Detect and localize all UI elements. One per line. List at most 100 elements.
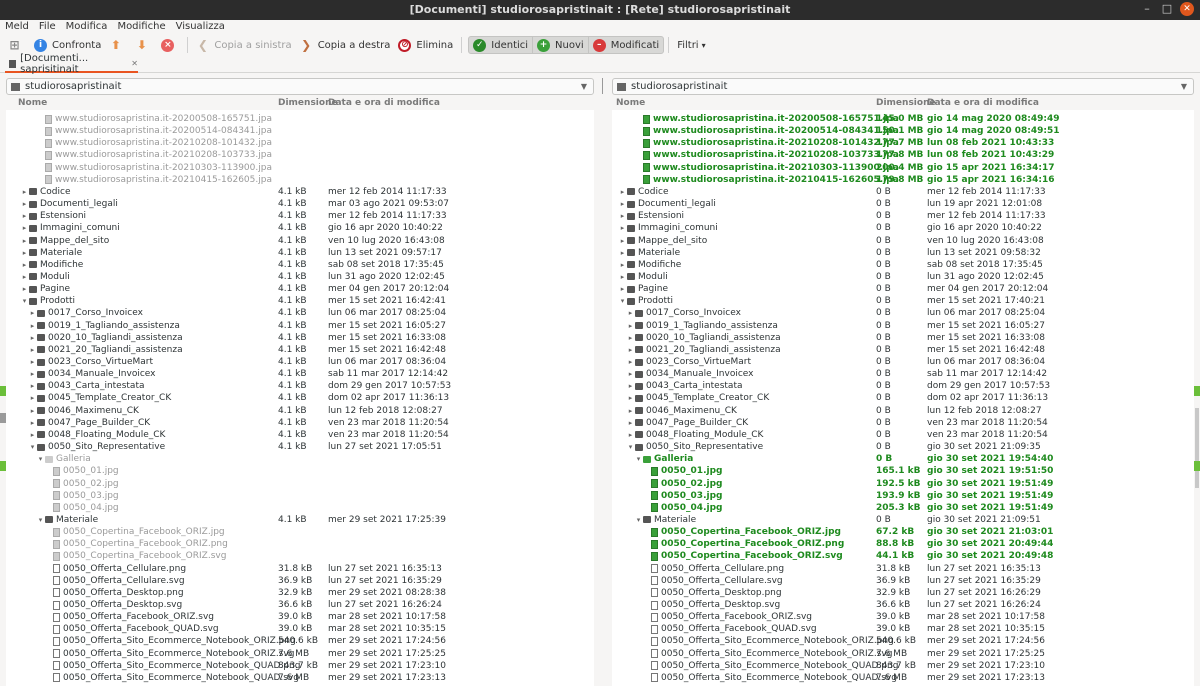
folder-row[interactable]: ▸ Mappe_del_sito 0 B ven 10 lug 2020 16:43:…: [612, 235, 1194, 247]
folder-row[interactable]: ▸ Moduli 4.1 kB lun 31 ago 2020 12:02:45: [6, 271, 594, 283]
file-row[interactable]: www.studiorosapristina.it-20200514-08434…: [6, 125, 594, 137]
file-row[interactable]: 0050_Offerta_Sito_Ecommerce_Notebook_ORI…: [6, 648, 594, 660]
expander-closed-icon[interactable]: ▸: [618, 283, 627, 295]
menu-file[interactable]: File: [34, 20, 61, 34]
folder-row[interactable]: ▸ 0023_Corso_VirtueMart 0 B lun 06 mar 2017…: [612, 356, 1194, 368]
file-row[interactable]: 0050_Offerta_Sito_Ecommerce_Notebook_QUA…: [6, 672, 594, 684]
folder-row[interactable]: ▾ Galleria: [6, 453, 594, 465]
file-row[interactable]: www.studiorosapristina.it-20210415-16260…: [612, 174, 1194, 186]
folder-row[interactable]: ▸ Documenti_legali 4.1 kB mar 03 ago 2021 0…: [6, 198, 594, 210]
file-row[interactable]: 0050_Offerta_Sito_Ecommerce_Notebook_ORI…: [6, 635, 594, 647]
right-location-bar[interactable]: studiorosapristinait ▼: [612, 78, 1194, 95]
expander-closed-icon[interactable]: ▸: [28, 392, 37, 404]
expander-closed-icon[interactable]: ▸: [626, 356, 635, 368]
folder-row[interactable]: ▸ Codice 0 B mer 12 feb 2014 11:17:33: [612, 186, 1194, 198]
minimize-button[interactable]: –: [1140, 2, 1154, 16]
folder-row[interactable]: ▸ Pagine 4.1 kB mer 04 gen 2017 20:12:04: [6, 283, 594, 295]
folder-row[interactable]: ▸ 0017_Corso_Invoicex 0 B lun 06 mar 2017 0…: [612, 307, 1194, 319]
folder-row[interactable]: ▸ Codice 4.1 kB mer 12 feb 2014 11:17:33: [6, 186, 594, 198]
folder-row[interactable]: ▸ 0046_Maximenu_CK 4.1 kB lun 12 feb 2018 1…: [6, 405, 594, 417]
menu-modifiche[interactable]: Modifiche: [112, 20, 170, 34]
expander-closed-icon[interactable]: ▸: [20, 247, 29, 259]
folder-row[interactable]: ▸ Estensioni 4.1 kB mer 12 feb 2014 11:17:3…: [6, 210, 594, 222]
expander-closed-icon[interactable]: ▸: [618, 259, 627, 271]
expander-closed-icon[interactable]: ▸: [28, 417, 37, 429]
expander-open-icon[interactable]: ▾: [626, 441, 635, 453]
file-row[interactable]: www.studiorosapristina.it-20210208-10143…: [6, 137, 594, 149]
folder-row[interactable]: ▸ 0046_Maximenu_CK 0 B lun 12 feb 2018 12:0…: [612, 405, 1194, 417]
expander-open-icon[interactable]: ▾: [36, 453, 45, 465]
file-row[interactable]: 0050_Offerta_Cellulare.svg 36.9 kB lun 27 …: [612, 575, 1194, 587]
folder-row[interactable]: ▸ 0047_Page_Builder_CK 4.1 kB ven 23 mar 20…: [6, 417, 594, 429]
file-row[interactable]: 0050_02.jpg 192.5 kB gio 30 set 2021 19:51…: [612, 478, 1194, 490]
file-row[interactable]: 0050_Copertina_Facebook_ORIZ.png: [6, 538, 594, 550]
folder-row[interactable]: ▸ Estensioni 0 B mer 12 feb 2014 11:17:33: [612, 210, 1194, 222]
file-row[interactable]: 0050_03.jpg: [6, 490, 594, 502]
file-row[interactable]: 0050_Offerta_Sito_Ecommerce_Notebook_QUA…: [612, 672, 1194, 684]
expander-open-icon[interactable]: ▾: [20, 295, 29, 307]
expander-closed-icon[interactable]: ▸: [626, 429, 635, 441]
filters-dropdown[interactable]: Filtri ▾: [673, 35, 709, 55]
expander-closed-icon[interactable]: ▸: [28, 368, 37, 380]
folder-row[interactable]: ▸ Pagine 0 B mer 04 gen 2017 20:12:04: [612, 283, 1194, 295]
folder-row[interactable]: ▸ Mappe_del_sito 4.1 kB ven 10 lug 2020 16:…: [6, 235, 594, 247]
file-row[interactable]: 0050_Offerta_Desktop.svg 36.6 kB lun 27 se…: [6, 599, 594, 611]
file-row[interactable]: 0050_Offerta_Desktop.png 32.9 kB lun 27 se…: [612, 587, 1194, 599]
expander-closed-icon[interactable]: ▸: [28, 356, 37, 368]
maximize-button[interactable]: □: [1160, 2, 1174, 16]
folder-row[interactable]: ▸ 0048_Floating_Module_CK 4.1 kB ven 23 mar…: [6, 429, 594, 441]
folder-row[interactable]: ▸ 0020_10_Tagliandi_assistenza 0 B mer 15 s…: [612, 332, 1194, 344]
folder-row[interactable]: ▸ 0034_Manuale_Invoicex 0 B sab 11 mar 2017…: [612, 368, 1194, 380]
file-row[interactable]: 0050_Copertina_Facebook_ORIZ.png 88.8 kB g…: [612, 538, 1194, 550]
folder-row[interactable]: ▸ 0020_10_Tagliandi_assistenza 4.1 kB mer 1…: [6, 332, 594, 344]
file-row[interactable]: 0050_03.jpg 193.9 kB gio 30 set 2021 19:51…: [612, 490, 1194, 502]
expander-closed-icon[interactable]: ▸: [28, 405, 37, 417]
tab-close-icon[interactable]: ✕: [131, 59, 138, 68]
expander-closed-icon[interactable]: ▸: [28, 429, 37, 441]
expander-closed-icon[interactable]: ▸: [618, 222, 627, 234]
next-change-button[interactable]: ⬇: [131, 35, 157, 55]
expander-closed-icon[interactable]: ▸: [626, 405, 635, 417]
expander-open-icon[interactable]: ▾: [618, 295, 627, 307]
file-row[interactable]: 0050_Offerta_Sito_Ecommerce_Notebook_ORI…: [612, 648, 1194, 660]
folder-row[interactable]: ▸ 0021_20_Tagliandi_assistenza 4.1 kB mer 1…: [6, 344, 594, 356]
copy-left-button[interactable]: ❮ Copia a sinistra: [192, 35, 295, 55]
folder-row[interactable]: ▾ Materiale 0 B gio 30 set 2021 21:09:51: [612, 514, 1194, 526]
expander-closed-icon[interactable]: ▸: [20, 283, 29, 295]
file-row[interactable]: www.studiorosapristina.it-20200514-08434…: [612, 125, 1194, 137]
folder-row[interactable]: ▾ Galleria 0 B gio 30 set 2021 19:54:40: [612, 453, 1194, 465]
folder-row[interactable]: ▸ Moduli 0 B lun 31 ago 2020 12:02:45: [612, 271, 1194, 283]
expander-closed-icon[interactable]: ▸: [28, 380, 37, 392]
close-button[interactable]: ✕: [1180, 2, 1194, 16]
folder-row[interactable]: ▸ 0023_Corso_VirtueMart 4.1 kB lun 06 mar 2…: [6, 356, 594, 368]
folder-row[interactable]: ▾ Prodotti 0 B mer 15 set 2021 17:40:21: [612, 295, 1194, 307]
expander-closed-icon[interactable]: ▸: [20, 186, 29, 198]
file-row[interactable]: 0050_Offerta_Cellulare.png 31.8 kB lun 27 …: [612, 563, 1194, 575]
file-row[interactable]: 0050_Offerta_Desktop.png 32.9 kB mer 29 se…: [6, 587, 594, 599]
new-toggle[interactable]: + Nuovi: [533, 37, 589, 53]
folder-row[interactable]: ▸ Modifiche 0 B sab 08 set 2018 17:35:45: [612, 259, 1194, 271]
folder-row[interactable]: ▾ 0050_Sito_Representative 0 B gio 30 set 2…: [612, 441, 1194, 453]
file-row[interactable]: 0050_01.jpg: [6, 465, 594, 477]
file-row[interactable]: www.studiorosapristina.it-20210208-10373…: [612, 149, 1194, 161]
file-row[interactable]: www.studiorosapristina.it-20210303-11390…: [612, 162, 1194, 174]
tab-comparison[interactable]: [Documenti... saprisitinait ✕: [5, 53, 138, 75]
folder-row[interactable]: ▸ 0047_Page_Builder_CK 0 B ven 23 mar 2018 …: [612, 417, 1194, 429]
file-row[interactable]: 0050_Offerta_Cellulare.png 31.8 kB lun 27 …: [6, 563, 594, 575]
expander-open-icon[interactable]: ▾: [28, 441, 37, 453]
file-row[interactable]: www.studiorosapristina.it-20210208-10143…: [612, 137, 1194, 149]
folder-row[interactable]: ▾ Prodotti 4.1 kB mer 15 set 2021 16:42:41: [6, 295, 594, 307]
file-row[interactable]: 0050_02.jpg: [6, 478, 594, 490]
delete-button[interactable]: ⊘ Elimina: [394, 35, 457, 55]
folder-row[interactable]: ▸ 0017_Corso_Invoicex 4.1 kB lun 06 mar 201…: [6, 307, 594, 319]
folder-row[interactable]: ▾ Materiale 4.1 kB mer 29 set 2021 17:25:39: [6, 514, 594, 526]
scrollbar-thumb[interactable]: [1195, 408, 1199, 488]
folder-row[interactable]: ▸ 0034_Manuale_Invoicex 4.1 kB sab 11 mar 2…: [6, 368, 594, 380]
expander-closed-icon[interactable]: ▸: [626, 368, 635, 380]
folder-row[interactable]: ▸ Modifiche 4.1 kB sab 08 set 2018 17:35:45: [6, 259, 594, 271]
expander-closed-icon[interactable]: ▸: [20, 198, 29, 210]
expander-closed-icon[interactable]: ▸: [618, 247, 627, 259]
file-row[interactable]: 0050_Offerta_Facebook_QUAD.svg 39.0 kB mar…: [6, 623, 594, 635]
folder-row[interactable]: ▸ Documenti_legali 0 B lun 19 apr 2021 12:0…: [612, 198, 1194, 210]
expander-open-icon[interactable]: ▾: [36, 514, 45, 526]
